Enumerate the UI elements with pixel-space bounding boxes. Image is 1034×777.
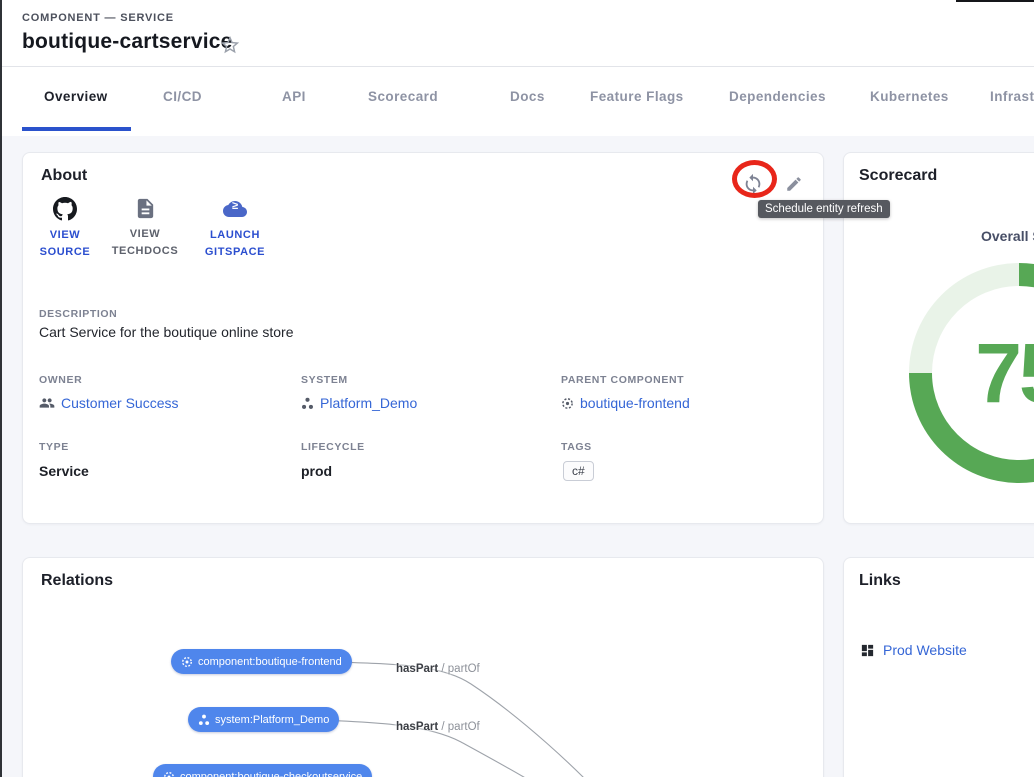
relation-node-label: component:boutique-checkoutservice xyxy=(180,771,362,777)
view-techdocs-button[interactable]: VIEW TECHDOCS xyxy=(107,197,183,260)
relations-card-title: Relations xyxy=(41,572,113,590)
relation-node-label: component:boutique-frontend xyxy=(198,656,342,668)
edge-label-haspart: hasPart / partOf xyxy=(396,721,480,733)
relation-node-boutique-checkoutservice[interactable]: component:boutique-checkoutservice xyxy=(153,764,372,777)
tab-kubernetes[interactable]: Kubernetes xyxy=(870,89,949,104)
github-icon xyxy=(53,197,77,221)
edge-label-haspart: hasPart / partOf xyxy=(396,663,480,675)
entity-page: COMPONENT — SERVICE boutique-cartservice… xyxy=(0,0,1034,777)
tab-infrastructure[interactable]: Infrastructure xyxy=(990,89,1034,104)
view-source-label-line2: SOURCE xyxy=(40,244,91,261)
launch-gitspace-label-line1: LAUNCH xyxy=(205,227,265,244)
component-icon xyxy=(181,656,193,668)
edit-entity-button[interactable] xyxy=(781,171,807,197)
tab-docs[interactable]: Docs xyxy=(510,89,545,104)
launch-gitspace-button[interactable]: ≥ LAUNCH GITSPACE xyxy=(201,197,269,261)
tab-bar: Overview CI/CD API Scorecard Docs Featur… xyxy=(0,67,1034,136)
tab-api[interactable]: API xyxy=(282,89,306,104)
parent-component-value: boutique-frontend xyxy=(580,395,690,411)
page-title: boutique-cartservice xyxy=(22,30,233,54)
parent-component-link[interactable]: boutique-frontend xyxy=(561,395,690,411)
tag-chip[interactable]: c# xyxy=(563,461,594,481)
owner-value: Customer Success xyxy=(61,395,178,411)
relation-node-label: system:Platform_Demo xyxy=(215,714,329,726)
breadcrumb: COMPONENT — SERVICE xyxy=(22,12,174,24)
screen-edge-artifact xyxy=(0,0,2,777)
dashboard-icon xyxy=(860,643,875,658)
about-card-title: About xyxy=(41,167,87,185)
description-label: DESCRIPTION xyxy=(39,308,117,320)
scorecard-card-title: Scorecard xyxy=(859,167,937,185)
lifecycle-label: LIFECYCLE xyxy=(301,441,365,453)
score-donut-hole: 75 xyxy=(932,286,1034,460)
gitspace-prompt-glyph: ≥ xyxy=(222,200,248,212)
view-source-label-line1: VIEW xyxy=(40,227,91,244)
system-label: SYSTEM xyxy=(301,374,348,386)
links-card-title: Links xyxy=(859,572,901,590)
parent-component-label: PARENT COMPONENT xyxy=(561,374,684,386)
component-icon xyxy=(163,771,175,777)
type-value: Service xyxy=(39,463,89,479)
relation-node-platform-demo[interactable]: system:Platform_Demo xyxy=(188,707,339,732)
overall-score-label: Overall Score xyxy=(981,228,1034,244)
system-icon xyxy=(301,397,314,410)
active-tab-underline xyxy=(22,127,131,131)
view-techdocs-label-line1: VIEW xyxy=(112,226,179,243)
lifecycle-value: prod xyxy=(301,463,332,479)
techdocs-document-icon xyxy=(134,197,157,220)
people-group-icon xyxy=(39,395,55,411)
tab-feature-flags[interactable]: Feature Flags xyxy=(590,89,684,104)
type-label: TYPE xyxy=(39,441,69,453)
description-text: Cart Service for the boutique online sto… xyxy=(39,324,293,340)
owner-link[interactable]: Customer Success xyxy=(39,395,178,411)
pencil-edit-icon xyxy=(785,175,803,193)
prod-website-label: Prod Website xyxy=(883,642,967,658)
about-card: About VIEW SOURCE VIEW TECHDOCS ≥ LAUNCH… xyxy=(22,152,824,524)
view-techdocs-label-line2: TECHDOCS xyxy=(112,243,179,260)
favorite-star-icon[interactable] xyxy=(219,34,241,56)
relation-node-boutique-frontend[interactable]: component:boutique-frontend xyxy=(171,649,352,674)
tags-label: TAGS xyxy=(561,441,592,453)
tab-scorecard[interactable]: Scorecard xyxy=(368,89,438,104)
system-link[interactable]: Platform_Demo xyxy=(301,395,417,411)
screen-edge-artifact xyxy=(956,0,1034,2)
tab-cicd[interactable]: CI/CD xyxy=(163,89,202,104)
view-source-button[interactable]: VIEW SOURCE xyxy=(31,197,99,261)
system-icon xyxy=(198,714,210,726)
score-value: 75 xyxy=(975,325,1034,422)
tab-dependencies[interactable]: Dependencies xyxy=(729,89,826,104)
links-card: Links Prod Website xyxy=(843,557,1034,777)
component-icon xyxy=(561,397,574,410)
schedule-entity-refresh-button[interactable] xyxy=(740,171,766,197)
relations-card: Relations component:boutique-frontend sy… xyxy=(22,557,824,777)
score-donut-ring: 75 xyxy=(909,263,1034,483)
system-value: Platform_Demo xyxy=(320,395,417,411)
refresh-tooltip: Schedule entity refresh xyxy=(758,200,890,218)
tab-overview[interactable]: Overview xyxy=(44,89,108,104)
launch-gitspace-label-line2: GITSPACE xyxy=(205,244,265,261)
owner-label: OWNER xyxy=(39,374,82,386)
refresh-sync-icon xyxy=(742,173,764,195)
prod-website-link[interactable]: Prod Website xyxy=(860,642,967,658)
